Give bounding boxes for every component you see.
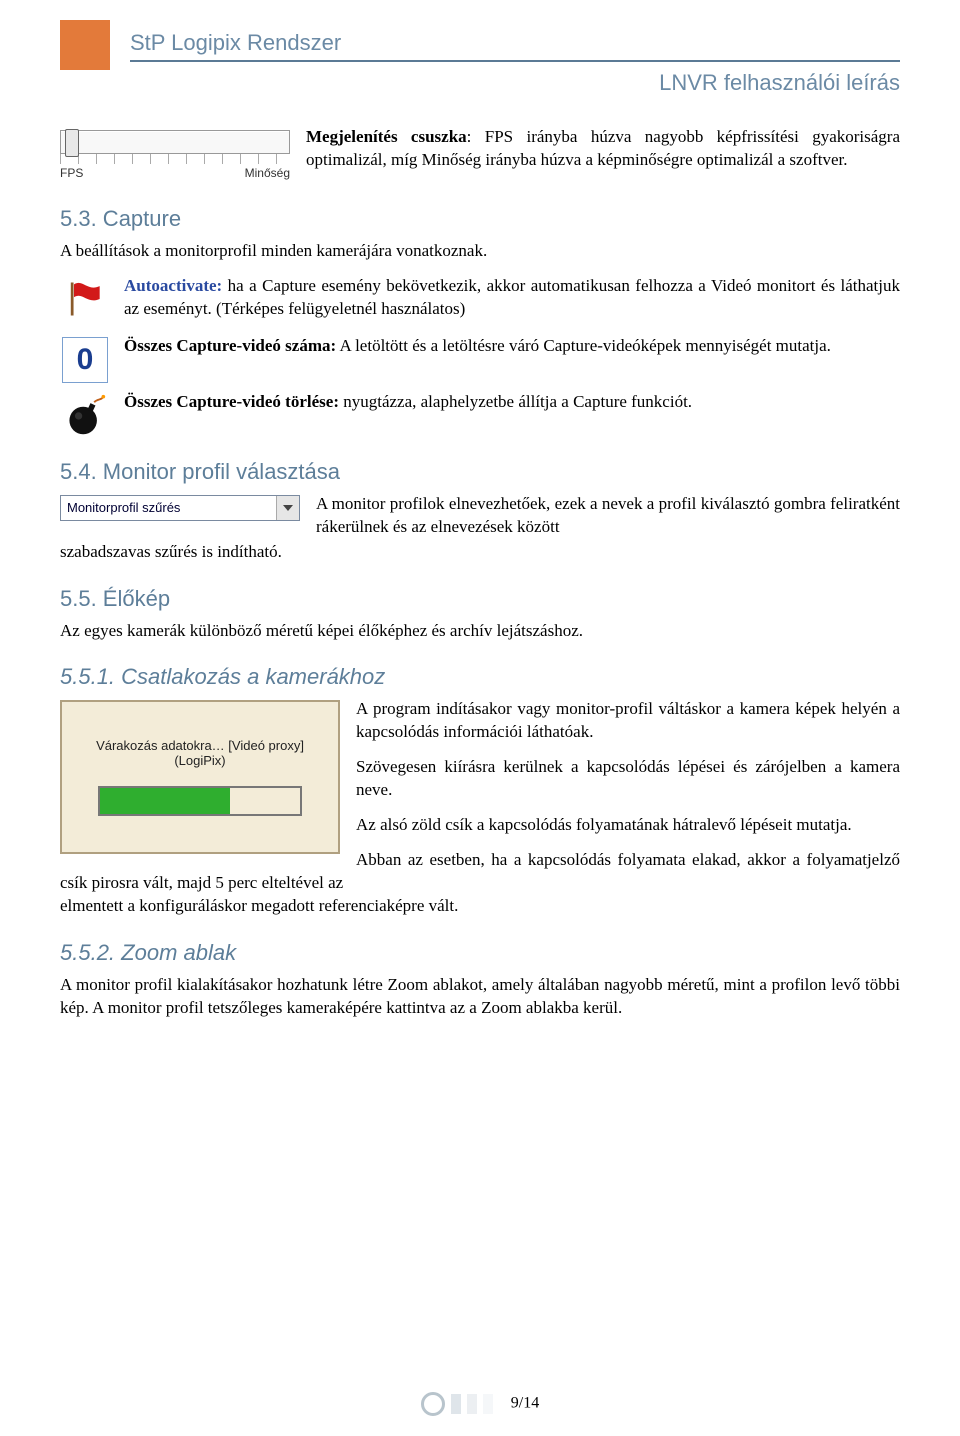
footer-decoration	[421, 1392, 493, 1416]
camera-status-line1: Várakozás adatokra… [Videó proxy]	[96, 738, 304, 753]
page-header: StP Logipix Rendszer LNVR felhasználói l…	[60, 0, 900, 96]
sec55-para: Az egyes kamerák különböző méretű képei …	[60, 620, 900, 643]
item-delete-bold: Összes Capture-videó törlése:	[124, 392, 339, 411]
camera-progress-fill	[100, 788, 230, 814]
item-auto-bold: Autoactivate:	[124, 276, 222, 295]
logo-square	[60, 20, 110, 70]
heading-5-5: 5.5. Élőkép	[60, 586, 900, 612]
item-count-bold: Összes Capture-videó száma:	[124, 336, 336, 355]
slider-ruler	[60, 154, 290, 164]
dropdown-toggle-button[interactable]	[276, 496, 299, 520]
slider-track[interactable]	[60, 130, 290, 154]
sec54-p1: A monitor profilok elnevezhetőek, ezek a…	[316, 494, 900, 536]
bomb-icon	[60, 393, 110, 437]
monitorprofile-filter-dropdown[interactable]	[60, 495, 300, 521]
camera-status-panel: Várakozás adatokra… [Videó proxy] (LogiP…	[60, 700, 340, 854]
page-number: 9/14	[511, 1395, 539, 1412]
chevron-down-icon	[283, 505, 293, 511]
monitorprofile-filter-input[interactable]	[61, 496, 276, 520]
camera-progress-bar	[98, 786, 302, 816]
sec53-para: A beállítások a monitorprofil minden kam…	[60, 240, 900, 263]
counter-zero-icon: 0	[60, 337, 110, 383]
slider-label-fps: FPS	[60, 166, 83, 180]
heading-5-5-2: 5.5.2. Zoom ablak	[60, 940, 900, 966]
item-count-text: A letöltött és a letöltésre váró Capture…	[336, 336, 831, 355]
sec551-p4: Abban az esetben, ha a kapcsolódás folya…	[60, 849, 900, 895]
fps-quality-slider-figure: FPS Minőség	[60, 130, 290, 180]
heading-5-5-1: 5.5.1. Csatlakozás a kamerákhoz	[60, 664, 900, 690]
red-flag-icon	[60, 277, 110, 321]
slider-label-quality: Minőség	[245, 166, 290, 180]
sec552-para: A monitor profil kialakításakor hozhatun…	[60, 974, 900, 1020]
item-delete: Összes Capture-videó törlése: nyugtázza,…	[124, 391, 900, 414]
heading-5-3: 5.3. Capture	[60, 206, 900, 232]
item-count: Összes Capture-videó száma: A letöltött …	[124, 335, 900, 358]
header-rule	[130, 60, 900, 62]
slider-thumb[interactable]	[65, 129, 79, 157]
header-subtitle: LNVR felhasználói leírás	[60, 70, 900, 96]
sec551-p5: elmentett a konfiguráláskor megadott ref…	[60, 895, 900, 918]
heading-5-4: 5.4. Monitor profil választása	[60, 459, 900, 485]
camera-status-line2: (LogiPix)	[174, 753, 225, 768]
intro-bold: Megjelenítés csuszka	[306, 127, 467, 146]
item-autoactivate: Autoactivate: ha a Capture esemény beköv…	[124, 275, 900, 321]
item-auto-text: ha a Capture esemény bekövetkezik, akkor…	[124, 276, 900, 318]
header-title: StP Logipix Rendszer	[130, 20, 900, 56]
item-delete-text: nyugtázza, alaphelyzetbe állítja a Captu…	[339, 392, 692, 411]
camera-connect-figure: Várakozás adatokra… [Videó proxy] (LogiP…	[60, 700, 340, 854]
page-footer: 9/14	[0, 1392, 960, 1416]
sec54-p2: szabadszavas szűrés is indítható.	[60, 541, 900, 564]
